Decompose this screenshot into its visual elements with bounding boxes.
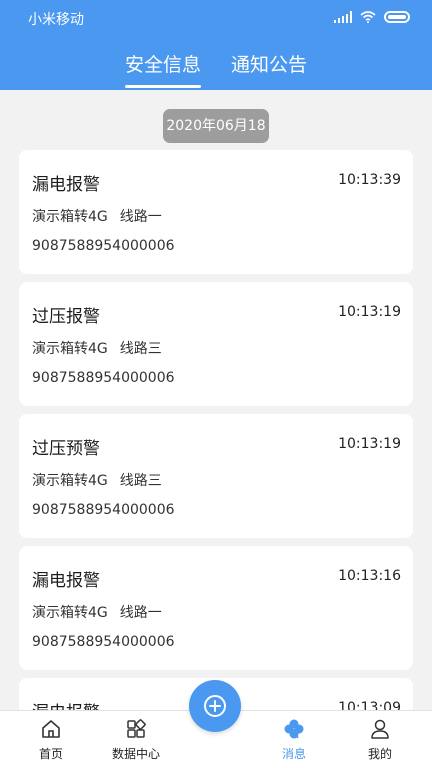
tab-security-info[interactable]: 安全信息 — [125, 50, 201, 77]
alert-device: 演示箱转4G — [32, 209, 108, 225]
alert-card[interactable]: 漏电报警 10:13:39 演示箱转4G 线路一 9087588954000006 — [19, 150, 413, 274]
alert-device: 演示箱转4G — [32, 341, 108, 357]
alert-serial: 9087588954000006 — [32, 238, 175, 254]
alert-title: 过压报警 — [32, 307, 100, 327]
alert-device-line: 演示箱转4G 线路一 — [32, 602, 162, 622]
alert-device-line: 演示箱转4G 线路三 — [32, 338, 162, 358]
alert-device: 演示箱转4G — [32, 605, 108, 621]
nav-label-data-center: 数据中心 — [111, 747, 160, 761]
alert-line: 线路一 — [119, 605, 162, 621]
alert-time: 10:13:16 — [338, 568, 401, 584]
nav-label-mine: 我的 — [367, 747, 392, 761]
nav-item-data-center[interactable]: 数据中心 — [93, 711, 179, 768]
status-icons — [334, 11, 410, 23]
alert-line: 线路三 — [119, 473, 162, 489]
tab-bar: 安全信息 通知公告 — [0, 36, 432, 90]
alert-time: 10:13:19 — [338, 436, 401, 452]
tab-announcements[interactable]: 通知公告 — [231, 50, 307, 77]
alert-device: 演示箱转4G — [32, 473, 108, 489]
status-bar: 小米移动 — [0, 0, 432, 36]
wifi-icon — [360, 11, 376, 23]
alert-line: 线路三 — [119, 341, 162, 357]
alert-device-line: 演示箱转4G 线路三 — [32, 470, 162, 490]
nav-label-home: 首页 — [38, 747, 63, 761]
add-button[interactable] — [189, 680, 241, 732]
date-chip: 2020年06月18 — [163, 109, 269, 143]
user-icon — [371, 719, 389, 739]
alert-time: 10:13:19 — [338, 304, 401, 320]
alert-time: 10:13:39 — [338, 172, 401, 188]
alert-card[interactable]: 过压预警 10:13:19 演示箱转4G 线路三 9087588954000006 — [19, 414, 413, 538]
alert-title: 漏电报警 — [32, 571, 100, 591]
home-icon — [42, 720, 60, 738]
nav-label-messages: 消息 — [281, 747, 306, 761]
alert-serial: 9087588954000006 — [32, 370, 175, 386]
alert-line: 线路一 — [119, 209, 162, 225]
carrier-label: 小米移动 — [28, 12, 84, 28]
data-center-icon — [127, 719, 146, 738]
alert-serial: 9087588954000006 — [32, 634, 175, 650]
plus-circle-icon — [204, 695, 226, 717]
alert-card[interactable]: 过压报警 10:13:19 演示箱转4G 线路三 9087588954000006 — [19, 282, 413, 406]
alert-device-line: 演示箱转4G 线路一 — [32, 206, 162, 226]
header: 小米移动 安全信息 通知公告 — [0, 0, 432, 90]
alert-title: 过压预警 — [32, 439, 100, 459]
tab-active-indicator — [125, 85, 201, 88]
signal-icon — [334, 11, 352, 23]
nav-item-home[interactable]: 首页 — [8, 711, 94, 768]
battery-icon — [384, 11, 410, 23]
nav-item-messages[interactable]: 消息 — [251, 711, 337, 768]
nav-item-mine[interactable]: 我的 — [337, 711, 423, 768]
clover-icon — [284, 719, 304, 739]
alert-serial: 9087588954000006 — [32, 502, 175, 518]
alert-title: 漏电报警 — [32, 175, 100, 195]
alert-card[interactable]: 漏电报警 10:13:16 演示箱转4G 线路一 9087588954000006 — [19, 546, 413, 670]
